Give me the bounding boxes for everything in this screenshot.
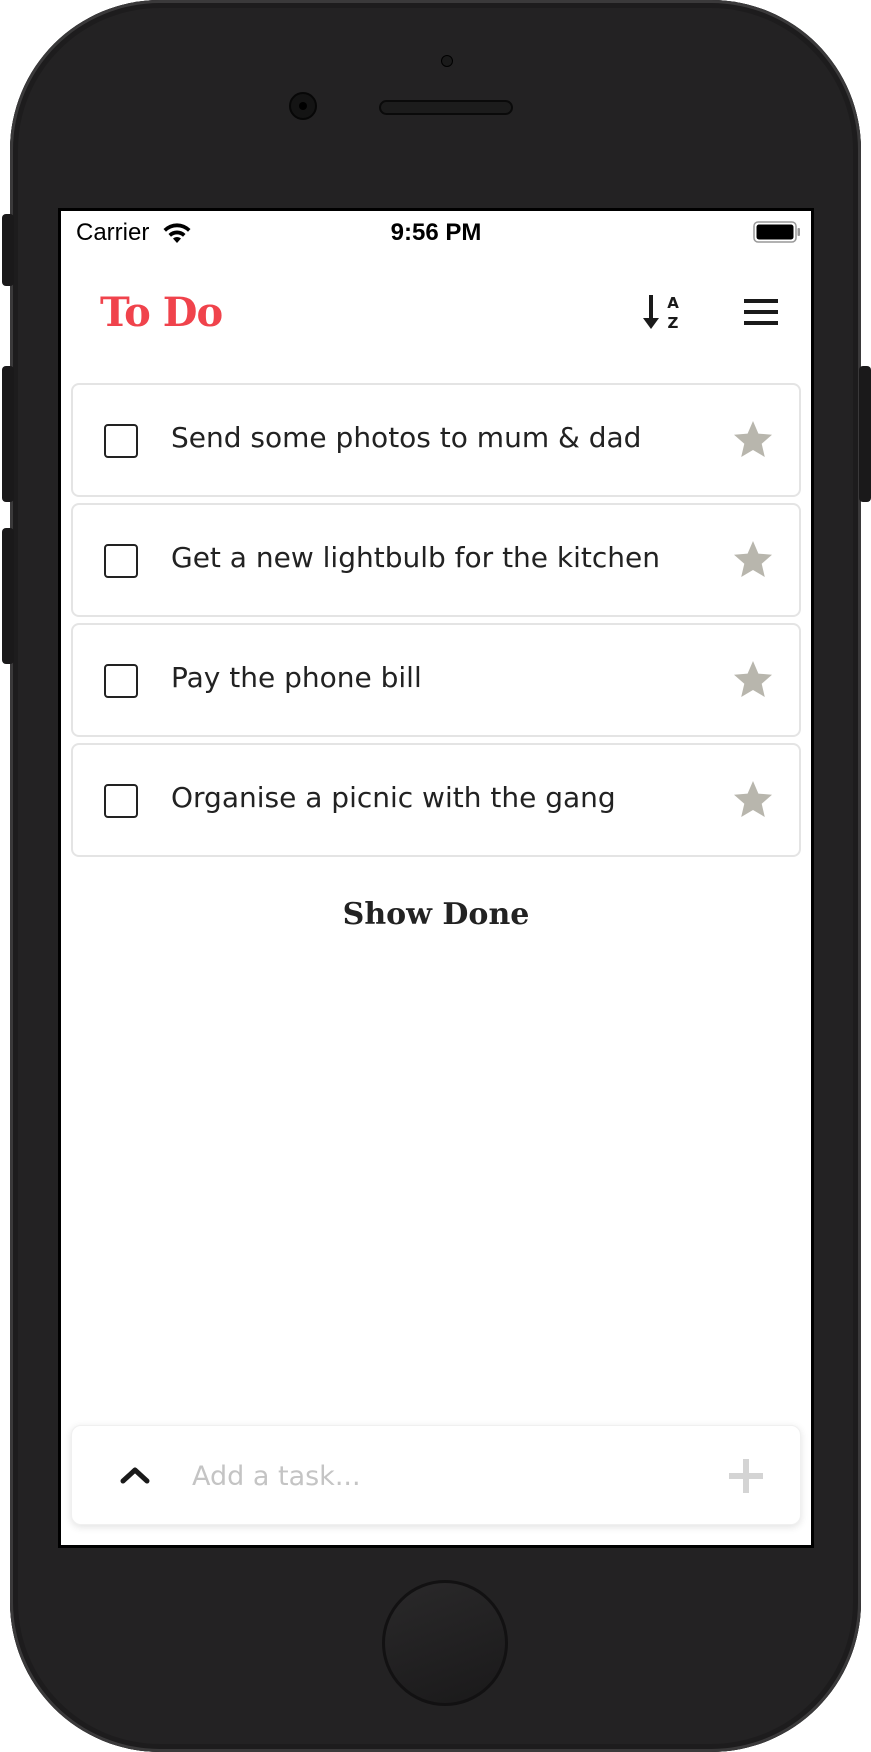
task-text: Get a new lightbulb for the kitchen: [171, 541, 661, 574]
star-icon[interactable]: [731, 418, 775, 462]
task-checkbox[interactable]: [104, 664, 138, 698]
svg-text:A: A: [667, 294, 679, 312]
front-camera: [289, 92, 317, 120]
task-row[interactable]: Organise a picnic with the gang: [71, 743, 801, 857]
battery-icon: [753, 221, 800, 243]
task-checkbox[interactable]: [104, 544, 138, 578]
app-screen: Carrier 9:56 PM To Do A Z Send some phot…: [58, 208, 814, 1548]
task-row[interactable]: Send some photos to mum & dad: [71, 383, 801, 497]
sort-button[interactable]: A Z: [639, 287, 689, 337]
task-row[interactable]: Get a new lightbulb for the kitchen: [71, 503, 801, 617]
proximity-sensor: [441, 55, 453, 67]
earpiece-speaker: [379, 100, 513, 115]
page-title: To Do: [100, 289, 223, 336]
task-text: Pay the phone bill: [171, 661, 422, 694]
volume-down-button: [2, 528, 14, 664]
plus-icon: [729, 1459, 763, 1493]
star-icon[interactable]: [731, 538, 775, 582]
add-task-bar: [71, 1425, 801, 1525]
chevron-up-icon: [120, 1467, 150, 1484]
show-done-button[interactable]: Show Done: [61, 897, 811, 932]
mute-switch: [2, 214, 14, 286]
task-text: Organise a picnic with the gang: [171, 781, 616, 814]
star-icon[interactable]: [731, 778, 775, 822]
task-checkbox[interactable]: [104, 424, 138, 458]
home-button[interactable]: [382, 1580, 508, 1706]
task-row[interactable]: Pay the phone bill: [71, 623, 801, 737]
menu-button[interactable]: [736, 287, 786, 337]
volume-up-button: [2, 366, 14, 502]
task-text: Send some photos to mum & dad: [171, 421, 642, 454]
app-header: To Do A Z: [61, 255, 811, 365]
status-time: 9:56 PM: [390, 219, 482, 246]
svg-text:Z: Z: [668, 314, 679, 332]
expand-button[interactable]: [112, 1452, 158, 1498]
task-checkbox[interactable]: [104, 784, 138, 818]
task-list: Send some photos to mum & dad Get a new …: [71, 383, 801, 863]
add-task-button[interactable]: [724, 1454, 768, 1498]
sort-alpha-down-icon: A Z: [643, 294, 679, 332]
power-button: [859, 366, 871, 502]
add-task-input[interactable]: [190, 1451, 690, 1501]
hamburger-menu-icon: [744, 299, 778, 325]
star-icon[interactable]: [731, 658, 775, 702]
status-bar: Carrier 9:56 PM: [61, 211, 811, 255]
